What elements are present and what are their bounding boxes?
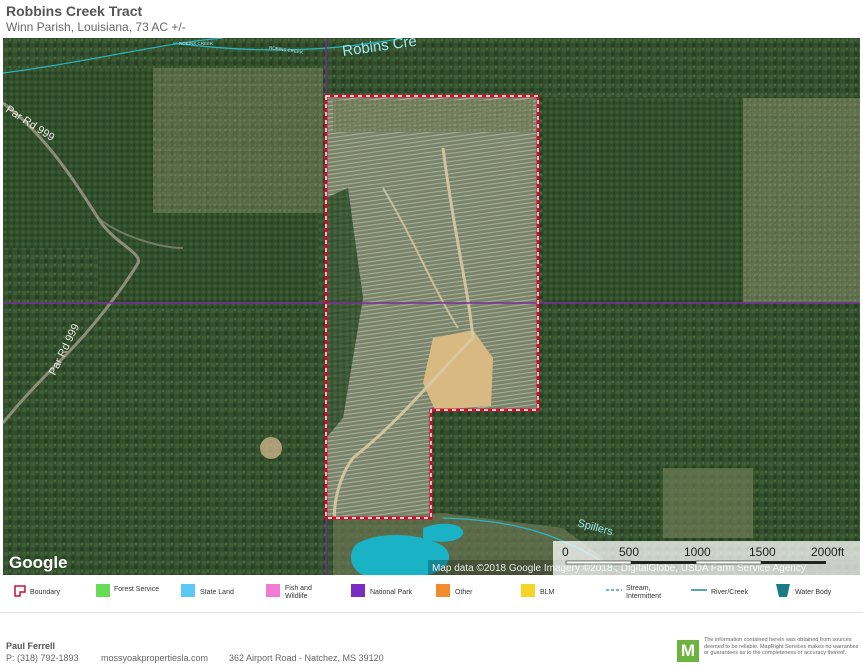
state-land-swatch — [181, 584, 195, 597]
plantation-far-ne — [743, 98, 860, 303]
water-body-icon — [776, 584, 790, 597]
plantation-ne — [543, 98, 743, 303]
legend-label-fish-wildlife: Fish and Wildlife — [285, 585, 312, 600]
boundary-icon — [14, 585, 26, 597]
clearing-spot — [260, 437, 282, 459]
mapright-logo: M — [677, 640, 699, 662]
legend-label-state-land: State Land — [200, 589, 234, 596]
page-subtitle: Winn Parish, Louisiana, 73 AC +/- — [6, 20, 186, 34]
clear-north — [153, 68, 323, 213]
map-header: Robbins Creek Tract Winn Parish, Louisia… — [0, 0, 863, 38]
legend-label-river-creek: River/Creek — [711, 589, 748, 596]
pond-south-2 — [423, 523, 464, 542]
scale-tick-2000ft: 2000ft — [811, 545, 845, 559]
website-link[interactable]: mossyoakpropertiesla.com — [101, 653, 208, 663]
scale-tick-0: 0 — [562, 545, 569, 559]
agent-phone[interactable]: P: (318) 792-1893 — [6, 653, 79, 663]
creek-label-small-1: ROBINS CREEK — [179, 41, 213, 46]
scale-bar: 0 500 1000 1500 2000ft — [553, 541, 860, 575]
forest-service-swatch — [96, 584, 110, 597]
scale-tick-1000: 1000 — [684, 545, 711, 559]
other-swatch — [436, 584, 450, 597]
fish-wildlife-swatch — [266, 584, 280, 597]
legend-label-forest-service: Forest Service — [114, 586, 160, 593]
map-legend: Boundary Forest Service State Land Fish … — [0, 578, 863, 612]
national-park-swatch — [351, 584, 365, 597]
scale-bar-seg-1 — [565, 560, 632, 565]
legend-label-other: Other — [455, 589, 473, 596]
satellite-map[interactable]: Robins Cre ROBINS CREEK ROBINS CREEK Par… — [3, 38, 860, 575]
legend-label-water-body: Water Body — [795, 589, 832, 596]
homestead-clearing — [663, 468, 753, 538]
google-logo: Google — [9, 553, 68, 572]
office-address: 362 Airport Road - Natchez, MS 39120 — [229, 653, 384, 663]
scale-tick-500: 500 — [619, 545, 639, 559]
plantation-w — [98, 213, 318, 308]
legend-label-national-park: National Park — [370, 589, 413, 596]
legend-label-blm: BLM — [540, 589, 555, 596]
blm-swatch — [521, 584, 535, 597]
scale-bar-seg-3 — [695, 560, 762, 565]
scale-tick-1500: 1500 — [749, 545, 776, 559]
legend-label-stream-intermittent: Stream, Intermittent — [626, 585, 662, 600]
river-creek-icon — [691, 589, 707, 591]
agent-name: Paul Ferrell — [6, 641, 56, 651]
disclaimer-text: The information contained herein was obt… — [704, 637, 859, 656]
legend-label-boundary: Boundary — [30, 589, 60, 596]
field-south-w — [108, 313, 323, 513]
page-title: Robbins Creek Tract — [6, 3, 143, 19]
tract-north-strip — [333, 100, 533, 132]
stream-intermittent-icon — [606, 589, 622, 591]
